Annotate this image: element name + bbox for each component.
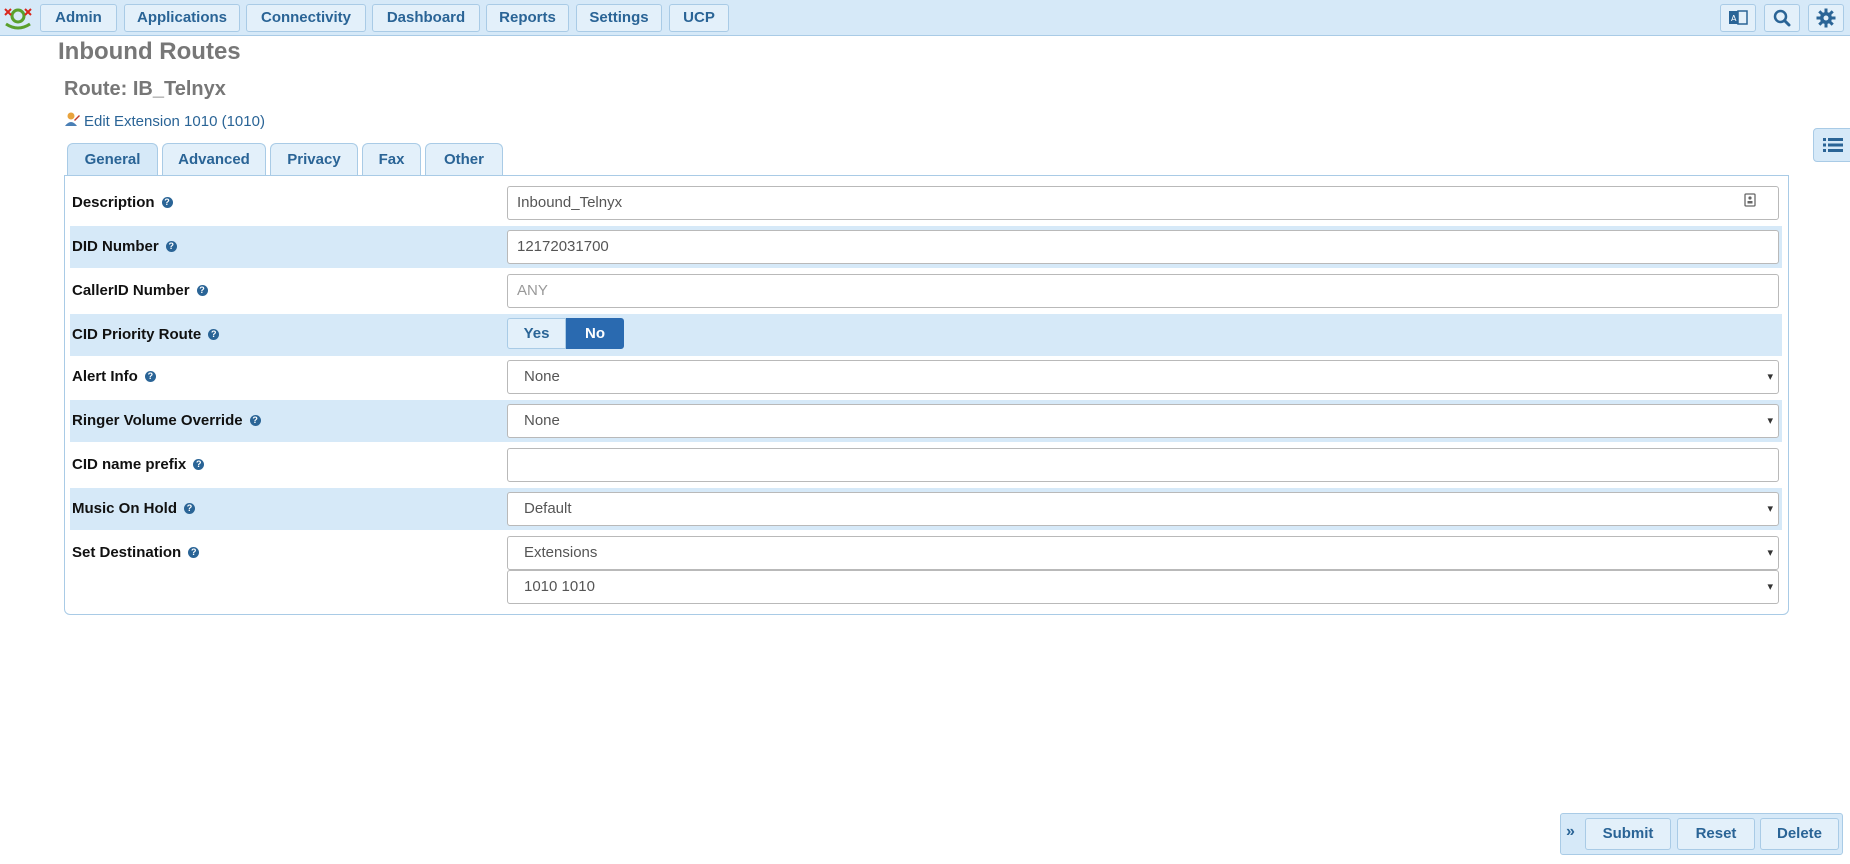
ringer-volume-value: None	[524, 412, 560, 429]
description-input[interactable]	[517, 187, 1707, 218]
cid-name-prefix-field[interactable]	[507, 448, 1779, 482]
cid-priority-yes-button[interactable]: Yes	[507, 318, 566, 349]
music-on-hold-label: Music On Hold	[72, 500, 177, 517]
description-field[interactable]	[507, 186, 1779, 220]
freepbx-logo[interactable]	[2, 4, 34, 32]
gear-icon[interactable]	[1808, 4, 1844, 32]
music-on-hold-value: Default	[524, 500, 572, 517]
edit-extension-label[interactable]: Edit Extension 1010 (1010)	[84, 113, 265, 130]
user-edit-icon	[64, 111, 80, 131]
caret-down-icon: ▾	[1767, 503, 1773, 515]
destination-target-select[interactable]: 1010 1010 ▾	[507, 570, 1779, 604]
top-nav-bar: Admin Applications Connectivity Dashboar…	[0, 0, 1850, 36]
help-icon[interactable]: ?	[196, 285, 208, 296]
destination-type-value: Extensions	[524, 544, 598, 561]
nav-reports[interactable]: Reports	[486, 4, 569, 32]
cid-name-prefix-input[interactable]	[517, 449, 1707, 480]
cid-priority-no-button[interactable]: No	[566, 318, 624, 349]
description-label: Description	[72, 194, 155, 211]
destination-target-value: 1010 1010	[524, 578, 595, 595]
help-icon[interactable]: ?	[161, 197, 173, 208]
reset-button[interactable]: Reset	[1677, 818, 1755, 850]
edit-extension-link[interactable]: Edit Extension 1010 (1010)	[64, 111, 265, 131]
alert-info-value: None	[524, 368, 560, 385]
caret-down-icon: ▾	[1767, 371, 1773, 383]
module-title: Inbound Routes	[58, 38, 241, 65]
tab-advanced[interactable]: Advanced	[162, 143, 266, 176]
did-number-label: DID Number	[72, 238, 159, 255]
did-number-input[interactable]	[517, 231, 1707, 262]
callerid-number-label: CallerID Number	[72, 282, 190, 299]
submit-button[interactable]: Submit	[1585, 818, 1671, 850]
caret-down-icon: ▾	[1767, 415, 1773, 427]
route-title: Route: IB_Telnyx	[64, 78, 226, 100]
cid-priority-route-label: CID Priority Route	[72, 326, 202, 343]
caret-down-icon: ▾	[1767, 581, 1773, 593]
destination-type-select[interactable]: Extensions ▾	[507, 536, 1779, 570]
tab-fax[interactable]: Fax	[362, 143, 421, 176]
contact-card-icon	[1744, 187, 1756, 219]
tab-other[interactable]: Other	[425, 143, 503, 176]
callerid-number-field[interactable]	[507, 274, 1779, 308]
ringer-volume-label: Ringer Volume Override	[72, 412, 243, 429]
delete-button[interactable]: Delete	[1760, 818, 1839, 850]
nav-settings[interactable]: Settings	[576, 4, 662, 32]
set-destination-label: Set Destination	[72, 544, 182, 561]
svg-text:A: A	[1731, 14, 1737, 23]
help-icon[interactable]: ?	[188, 547, 200, 558]
cid-name-prefix-label: CID name prefix	[72, 456, 187, 473]
callerid-number-input[interactable]	[517, 275, 1707, 306]
help-icon[interactable]: ?	[208, 329, 220, 340]
ringer-volume-select[interactable]: None ▾	[507, 404, 1779, 438]
search-icon[interactable]	[1764, 4, 1800, 32]
help-icon[interactable]: ?	[184, 503, 195, 514]
nav-dashboard[interactable]: Dashboard	[372, 4, 480, 32]
collapse-arrows-icon[interactable]: »	[1566, 823, 1580, 841]
tab-general[interactable]: General	[67, 143, 158, 176]
nav-connectivity[interactable]: Connectivity	[246, 4, 366, 32]
cid-priority-route-row: CID Priority Route ?	[70, 314, 1782, 356]
did-number-field[interactable]	[507, 230, 1779, 264]
language-icon[interactable]: A	[1720, 4, 1756, 32]
help-icon[interactable]: ?	[144, 371, 156, 382]
nav-applications[interactable]: Applications	[124, 4, 240, 32]
list-icon[interactable]	[1813, 128, 1850, 162]
help-icon[interactable]: ?	[249, 415, 261, 426]
tab-privacy[interactable]: Privacy	[270, 143, 358, 176]
music-on-hold-select[interactable]: Default ▾	[507, 492, 1779, 526]
caret-down-icon: ▾	[1767, 547, 1773, 559]
alert-info-select[interactable]: None ▾	[507, 360, 1779, 394]
help-icon[interactable]: ?	[165, 241, 177, 252]
nav-admin[interactable]: Admin	[40, 4, 117, 32]
help-icon[interactable]: ?	[193, 459, 205, 470]
alert-info-label: Alert Info	[72, 368, 138, 385]
nav-ucp[interactable]: UCP	[669, 4, 729, 32]
